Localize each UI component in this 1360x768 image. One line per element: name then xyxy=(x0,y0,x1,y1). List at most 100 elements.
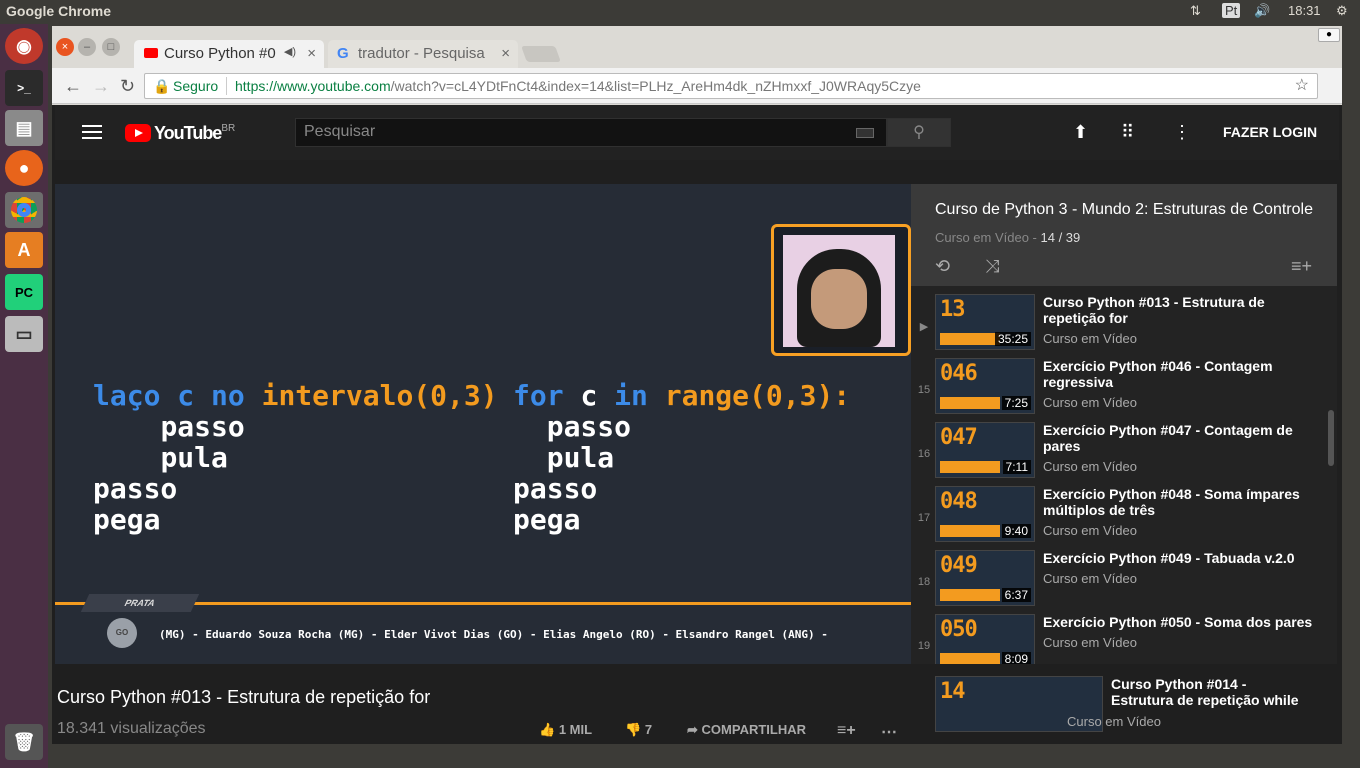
audio-playing-icon[interactable]: ◀) xyxy=(284,45,296,58)
volume-icon[interactable]: 🔊 xyxy=(1254,3,1270,19)
item-duration: 7:25 xyxy=(1001,396,1031,410)
more-icon[interactable]: ⋮ xyxy=(1173,122,1191,143)
add-to-playlist-icon[interactable]: ≡+ xyxy=(837,722,856,740)
item-index: 18 xyxy=(917,576,931,588)
logo-text: YouTube xyxy=(154,123,222,143)
omnibox[interactable]: 🔒 Seguro https://www.youtube.com/watch?v… xyxy=(144,73,1318,99)
masthead: YouTubeBR Pesquisar ⚲ ⬆ ⠿ ⋮ FAZER LOGIN xyxy=(55,105,1339,160)
item-title: Exercício Python #046 - Contagem regress… xyxy=(1043,358,1273,390)
playlist-panel: Curso de Python 3 - Mundo 2: Estruturas … xyxy=(911,184,1337,664)
menu-icon[interactable] xyxy=(82,125,102,143)
item-channel: Curso em Vídeo xyxy=(1043,331,1137,346)
search-placeholder: Pesquisar xyxy=(304,123,376,140)
next-title: Curso Python #014 - Estrutura de repetiç… xyxy=(1111,676,1299,708)
save-playlist-icon[interactable]: ≡+ xyxy=(1291,256,1312,277)
playlist-item[interactable]: ▶ 13 35:25 Curso Python #013 - Estrutura … xyxy=(911,294,1323,358)
chrome-icon[interactable] xyxy=(5,192,43,228)
software-center-icon[interactable]: A xyxy=(5,232,43,268)
ubuntu-dash-icon[interactable]: ◉ xyxy=(5,28,43,64)
region-code: BR xyxy=(221,123,236,134)
google-favicon-icon: G xyxy=(337,45,349,62)
playlist-item[interactable]: 17 048 9:40 Exercício Python #048 - Soma … xyxy=(911,486,1323,550)
tab-tradutor[interactable]: G tradutor - Pesquisa × xyxy=(328,40,518,68)
clock[interactable]: 18:31 xyxy=(1288,3,1321,18)
thumb-number: 046 xyxy=(940,361,978,386)
reload-button[interactable]: ↻ xyxy=(120,76,135,97)
playlist-scrollbar[interactable] xyxy=(1328,410,1334,466)
youtube-logo[interactable]: YouTubeBR xyxy=(125,123,235,144)
login-button[interactable]: FAZER LOGIN xyxy=(1223,124,1317,140)
bookmark-star-icon[interactable]: ☆ xyxy=(1295,74,1309,98)
video-title: Curso Python #013 - Estrutura de repetiç… xyxy=(57,687,431,707)
code-left-l1c: intervalo(0,3) xyxy=(261,379,498,412)
firefox-icon[interactable]: ● xyxy=(5,150,43,186)
playlist-item[interactable]: 15 046 7:25 Exercício Python #046 - Conta… xyxy=(911,358,1323,422)
item-thumbnail: 047 7:11 xyxy=(935,422,1035,478)
minimize-window-button[interactable]: – xyxy=(78,38,96,56)
thumb-number: 050 xyxy=(940,617,978,642)
new-tab-button[interactable] xyxy=(521,46,561,62)
trash-icon[interactable]: 🗑 xyxy=(5,724,43,760)
close-window-button[interactable]: × xyxy=(56,38,74,56)
browser-window: × – □ Curso Python #0 ◀) × G tradutor - … xyxy=(52,26,1342,744)
item-title: Exercício Python #049 - Tabuada v.2.0 xyxy=(1043,550,1295,566)
share-button[interactable]: ➦ COMPARTILHAR xyxy=(687,722,806,738)
thumb-number: 14 xyxy=(940,679,965,704)
code-right-l1d: range(0,3): xyxy=(664,379,851,412)
medal-icon: GO xyxy=(107,618,137,648)
playlist-channel[interactable]: Curso em Vídeo xyxy=(935,230,1029,245)
close-tab-icon[interactable]: × xyxy=(501,45,510,62)
back-button[interactable]: ← xyxy=(64,76,82,97)
playlist-item[interactable]: 18 049 6:37 Exercício Python #049 - Tabua… xyxy=(911,550,1323,614)
video-info: Curso Python #013 - Estrutura de repetiç… xyxy=(55,664,1337,744)
ticker-text: (MG) - Eduardo Souza Rocha (MG) - Elder … xyxy=(159,628,828,641)
power-icon[interactable]: ⚙ xyxy=(1336,3,1348,19)
terminal-icon[interactable]: >_ xyxy=(5,70,43,106)
playlist-item[interactable]: 19 050 8:09 Exercício Python #050 - Soma … xyxy=(911,614,1323,664)
keyboard-icon[interactable] xyxy=(856,128,874,138)
close-tab-icon[interactable]: × xyxy=(307,45,316,62)
item-thumbnail: 050 8:09 xyxy=(935,614,1035,664)
thumb-down-icon: 👎 xyxy=(625,722,642,737)
pycharm-icon[interactable]: PC xyxy=(5,274,43,310)
network-icon[interactable]: ⇅ xyxy=(1190,3,1201,19)
tab-label: tradutor - Pesquisa xyxy=(358,45,485,62)
up-next-item[interactable]: 14 Curso Python #014 - Estrutura de repe… xyxy=(935,676,1335,744)
keyboard-lang-indicator[interactable]: Pt xyxy=(1222,3,1241,18)
maximize-window-button[interactable]: □ xyxy=(102,38,120,56)
code-left-l3: pula xyxy=(160,441,228,474)
apps-icon[interactable]: ⠿ xyxy=(1121,122,1134,143)
dislike-button[interactable]: 👎 7 xyxy=(625,722,652,738)
tab-label: Curso Python #0 xyxy=(164,45,276,62)
upload-icon[interactable]: ⬆ xyxy=(1073,122,1088,143)
shuffle-icon[interactable]: ⤨ xyxy=(985,256,999,277)
os-app-title: Google Chrome xyxy=(6,3,112,19)
item-thumbnail: 049 6:37 xyxy=(935,550,1035,606)
tier-badge: PRATA xyxy=(80,594,200,612)
profile-icon[interactable]: ● xyxy=(1318,28,1340,42)
thumb-number: 047 xyxy=(940,425,978,450)
item-index: 17 xyxy=(917,512,931,524)
files-icon[interactable]: ▤ xyxy=(5,110,43,146)
item-title: Exercício Python #047 - Contagem de pare… xyxy=(1043,422,1293,454)
tab-youtube[interactable]: Curso Python #0 ◀) × xyxy=(134,40,324,68)
code-left-l1a: laço c xyxy=(93,379,212,412)
search-input[interactable]: Pesquisar xyxy=(295,118,887,147)
item-channel: Curso em Vídeo xyxy=(1043,395,1137,410)
disk-icon[interactable]: ▭ xyxy=(5,316,43,352)
item-duration: 7:11 xyxy=(1002,460,1031,474)
playlist-item[interactable]: 16 047 7:11 Exercício Python #047 - Conta… xyxy=(911,422,1323,486)
url-text: https://www.youtube.com/watch?v=cL4YDtFn… xyxy=(235,74,921,98)
more-actions-icon[interactable]: ⋯ xyxy=(881,722,897,742)
forward-button[interactable]: → xyxy=(92,76,110,97)
video-player[interactable]: laço c no intervalo(0,3) passo pula pass… xyxy=(55,184,911,664)
presenter-image xyxy=(783,235,895,347)
search-button[interactable]: ⚲ xyxy=(887,118,951,147)
item-channel: Curso em Vídeo xyxy=(1043,459,1137,474)
like-button[interactable]: 👍 1 MIL xyxy=(539,722,592,738)
code-right: for c in range(0,3): passo pula passo pe… xyxy=(513,380,850,535)
playlist-title[interactable]: Curso de Python 3 - Mundo 2: Estruturas … xyxy=(935,201,1313,219)
loop-icon[interactable]: ⟲ xyxy=(935,256,950,277)
code-right-l3: pula xyxy=(546,441,615,474)
code-right-l1b: c xyxy=(580,379,615,412)
